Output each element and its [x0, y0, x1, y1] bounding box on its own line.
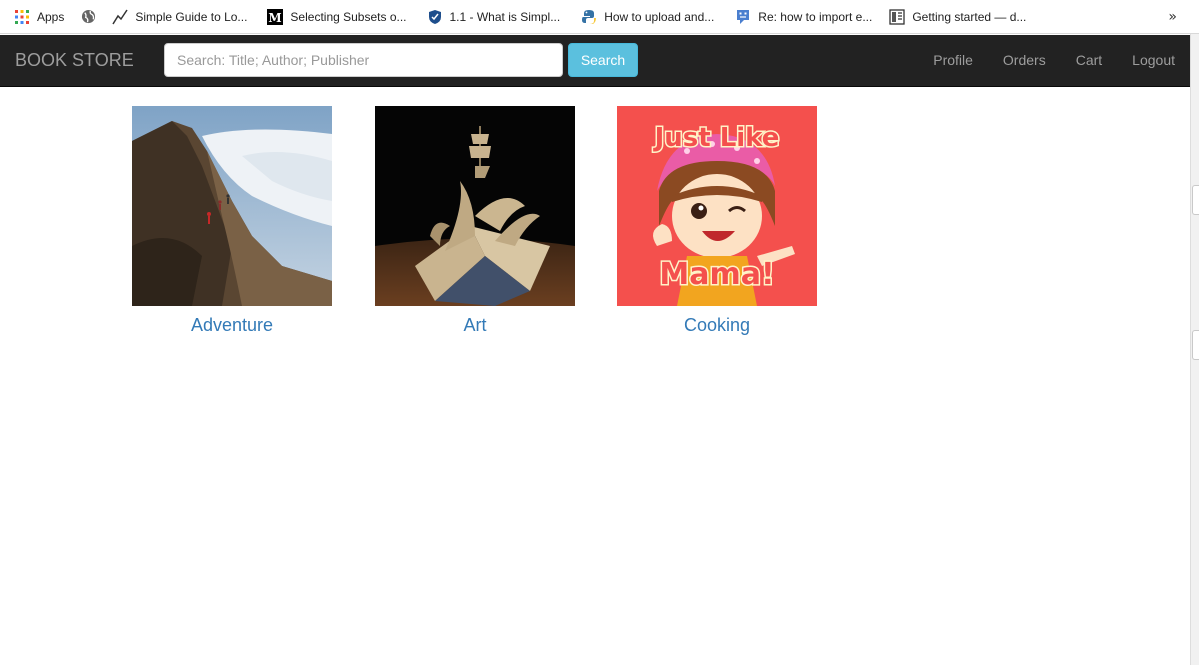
nav-orders-link[interactable]: Orders [988, 35, 1061, 86]
bookmarks-bar: Apps Simple Guide to Lo... M Selecting S… [0, 0, 1199, 34]
bookmark-label: Getting started — d... [912, 9, 1027, 24]
category-card-art[interactable]: Art [375, 106, 575, 336]
navbar: BOOK STORE Search Profile Orders Cart Lo… [0, 35, 1190, 87]
nav-logout-link[interactable]: Logout [1117, 35, 1190, 86]
bookmark-label: How to upload and... [604, 9, 715, 24]
python-icon [581, 9, 597, 25]
search-input[interactable] [164, 43, 563, 77]
nav-cart-link[interactable]: Cart [1061, 35, 1117, 86]
art-category-image[interactable] [375, 106, 575, 306]
bookmarks-overflow-button[interactable]: » [1168, 9, 1177, 25]
trend-line-icon [112, 9, 128, 25]
bookmark-label: Re: how to import e... [758, 9, 873, 24]
globe-icon [80, 9, 96, 25]
cooking-subtitle-text: Mama! [659, 257, 774, 292]
bookmark-globe[interactable] [80, 0, 96, 33]
category-label[interactable]: Cooking [617, 315, 817, 336]
bookmark-label: 1.1 - What is Simpl... [449, 9, 561, 24]
category-card-adventure[interactable]: Adventure [132, 106, 332, 336]
bookmark-label: Selecting Subsets o... [290, 9, 407, 24]
bookmark-label: Simple Guide to Lo... [135, 9, 248, 24]
cooking-title-text: Just Like [653, 123, 780, 153]
bookmark-selecting-subsets[interactable]: M Selecting Subsets o... [267, 0, 407, 33]
search-button[interactable]: Search [568, 43, 638, 77]
adventure-category-image[interactable] [132, 106, 332, 306]
svg-text:M: M [269, 11, 282, 25]
bookmark-how-to-import[interactable]: Re: how to import e... [735, 0, 872, 33]
bookmark-label: Apps [37, 9, 65, 24]
category-label[interactable]: Art [375, 315, 575, 336]
brand-logo[interactable]: BOOK STORE [15, 35, 134, 86]
category-card-cooking[interactable]: Just Like Mama! Cooking [617, 106, 817, 336]
bookmark-apps[interactable]: Apps [14, 0, 64, 33]
forum-icon [735, 9, 751, 25]
bookmark-how-to-upload[interactable]: How to upload and... [581, 0, 714, 33]
bookmark-what-is-simple[interactable]: 1.1 - What is Simpl... [427, 0, 561, 33]
shield-icon [427, 9, 443, 25]
category-label[interactable]: Adventure [132, 315, 332, 336]
nav-profile-link[interactable]: Profile [918, 35, 988, 86]
bookmark-getting-started[interactable]: Getting started — d... [889, 0, 1026, 33]
scroll-marker [1192, 185, 1199, 215]
docs-icon [889, 8, 905, 25]
apps-grid-icon [14, 9, 30, 25]
scroll-marker [1192, 330, 1199, 360]
nav-links: Profile Orders Cart Logout [918, 35, 1190, 86]
bookmark-simple-guide[interactable]: Simple Guide to Lo... [112, 0, 247, 33]
cooking-category-image[interactable]: Just Like Mama! [617, 106, 817, 306]
medium-m-icon: M [267, 8, 284, 25]
